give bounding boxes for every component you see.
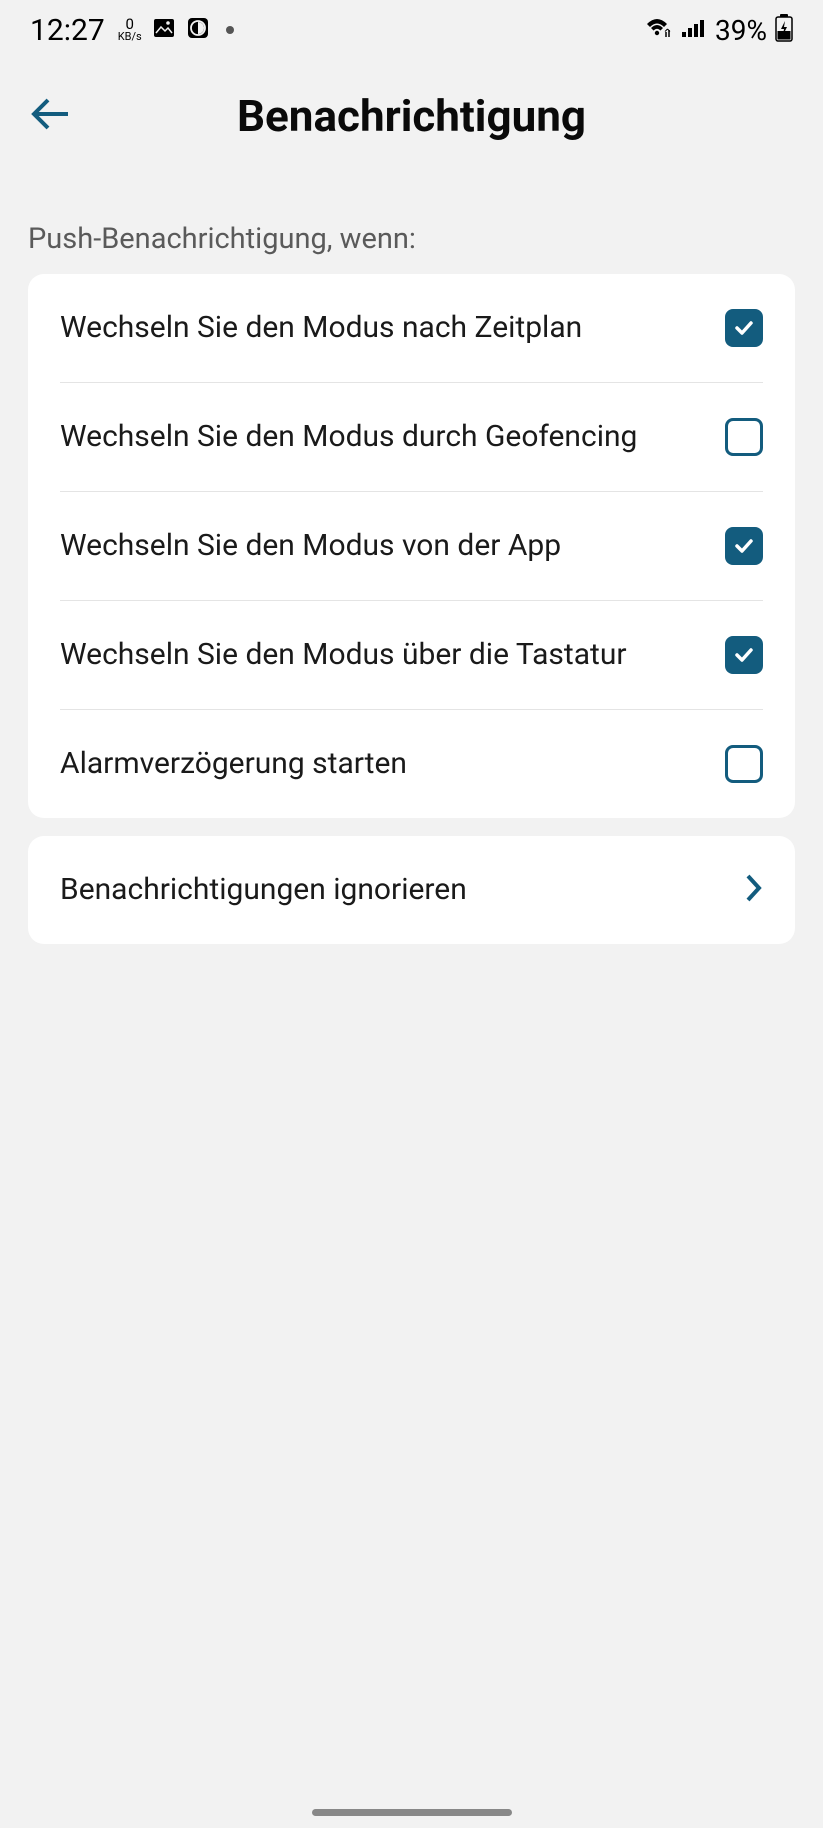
notification-options-card: Wechseln Sie den Modus nach Zeitplan Wec… [28, 274, 795, 818]
home-indicator[interactable] [312, 1809, 512, 1816]
checkbox-checked-icon[interactable] [725, 309, 763, 347]
back-arrow-icon[interactable] [28, 90, 76, 142]
checkbox-checked-icon[interactable] [725, 527, 763, 565]
battery-charging-icon [775, 14, 793, 46]
option-alarm-delay-start[interactable]: Alarmverzögerung starten [28, 710, 795, 818]
option-label: Wechseln Sie den Modus durch Geofencing [60, 418, 725, 456]
ignore-notifications-button[interactable]: Benachrichtigungen ignorieren [28, 836, 795, 944]
status-bar: 12:27 0 KB/s [0, 0, 823, 60]
app-badge-icon [186, 16, 210, 44]
nav-label: Benachrichtigungen ignorieren [60, 871, 745, 909]
picture-icon [152, 16, 176, 44]
checkbox-unchecked-icon[interactable] [725, 745, 763, 783]
battery-percentage: 39% [715, 14, 767, 47]
navigation-card: Benachrichtigungen ignorieren [28, 836, 795, 944]
section-label: Push-Benachrichtigung, wenn: [0, 162, 823, 274]
wifi-icon [645, 17, 673, 43]
option-switch-mode-geofencing[interactable]: Wechseln Sie den Modus durch Geofencing [28, 383, 795, 491]
option-label: Alarmverzögerung starten [60, 745, 725, 783]
option-label: Wechseln Sie den Modus nach Zeitplan [60, 309, 725, 347]
status-right: 39% [645, 14, 793, 47]
status-left: 12:27 0 KB/s [30, 13, 234, 48]
cellular-signal-icon [681, 17, 707, 43]
network-speed-indicator: 0 KB/s [118, 18, 142, 41]
page-title: Benachrichtigung [28, 90, 795, 142]
option-label: Wechseln Sie den Modus von der App [60, 527, 725, 565]
option-switch-mode-schedule[interactable]: Wechseln Sie den Modus nach Zeitplan [28, 274, 795, 382]
chevron-right-icon [745, 873, 763, 907]
option-label: Wechseln Sie den Modus über die Tastatur [60, 636, 725, 674]
status-time: 12:27 [30, 13, 105, 48]
checkbox-checked-icon[interactable] [725, 636, 763, 674]
option-switch-mode-keyboard[interactable]: Wechseln Sie den Modus über die Tastatur [28, 601, 795, 709]
app-header: Benachrichtigung [0, 60, 823, 162]
option-switch-mode-app[interactable]: Wechseln Sie den Modus von der App [28, 492, 795, 600]
more-notifications-dot-icon [226, 26, 234, 34]
checkbox-unchecked-icon[interactable] [725, 418, 763, 456]
